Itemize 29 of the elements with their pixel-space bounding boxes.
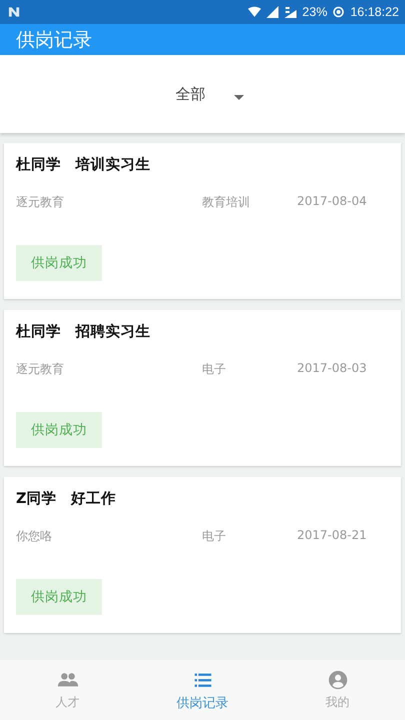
wifi-icon: [248, 6, 262, 18]
record-title: 杜同学 招聘实习生: [16, 322, 152, 341]
nav-tab[interactable]: 人才: [0, 660, 135, 720]
account-icon: [326, 669, 348, 691]
signal-icon: [266, 6, 280, 18]
record-date: 2017-08-03: [297, 361, 367, 377]
nav-tab[interactable]: 供岗记录: [135, 660, 270, 720]
industry-label: 教育培训: [202, 194, 251, 211]
status-label: 供岗成功: [16, 579, 102, 615]
record-date: 2017-08-21: [297, 528, 367, 544]
company-name: 你您咯: [16, 528, 53, 545]
battery-percentage: 23%: [302, 5, 328, 19]
caret-icon: [234, 94, 244, 100]
record-date: 2017-08-04: [297, 194, 367, 210]
company-name: 逐元教育: [16, 361, 65, 378]
clock: 16:18:22: [350, 5, 399, 19]
status-label: 供岗成功: [16, 245, 102, 281]
notification-icon: [8, 6, 21, 18]
app-bar-title: 供岗记录: [16, 28, 92, 52]
industry-label: 电子: [202, 528, 227, 545]
status-label: 供岗成功: [16, 412, 102, 448]
industry-label: 电子: [202, 361, 227, 378]
record-title: 杜同学 培训实习生: [16, 156, 152, 174]
record-title: Z同学 好工作: [16, 490, 118, 508]
filter-dropdown[interactable]: 全部: [176, 80, 244, 108]
sync-icon: [332, 6, 346, 18]
nav-tab[interactable]: 我的: [270, 660, 405, 720]
mobile-data-icon: [284, 6, 298, 18]
company-name: 逐元教育: [16, 194, 65, 211]
